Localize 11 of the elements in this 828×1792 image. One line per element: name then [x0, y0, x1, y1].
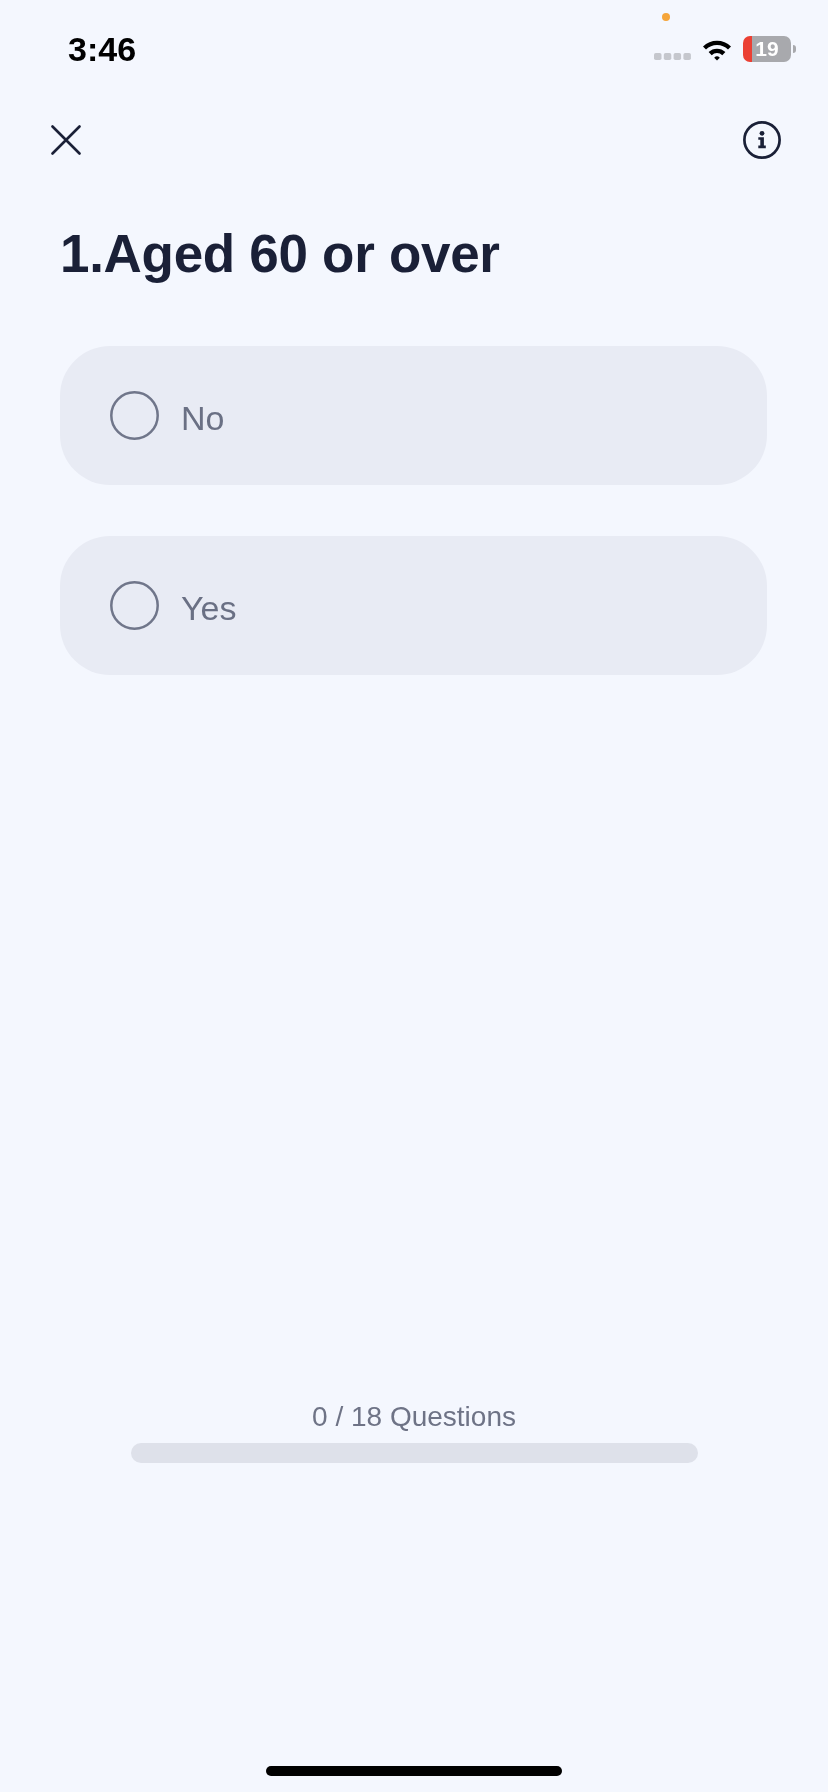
- privacy-dot-icon: [662, 13, 670, 21]
- battery-indicator: 19: [743, 36, 796, 62]
- question-title: 1.Aged 60 or over: [60, 223, 501, 285]
- answer-option[interactable]: Yes: [60, 536, 767, 675]
- progress-label: 0 / 18 Questions: [312, 1400, 516, 1434]
- close-icon[interactable]: [51, 125, 81, 155]
- wifi-icon: [702, 39, 732, 61]
- answer-option[interactable]: No: [60, 346, 767, 485]
- info-icon[interactable]: [743, 121, 781, 159]
- signal-icon: [654, 52, 691, 60]
- status-time: 3:46: [68, 30, 137, 68]
